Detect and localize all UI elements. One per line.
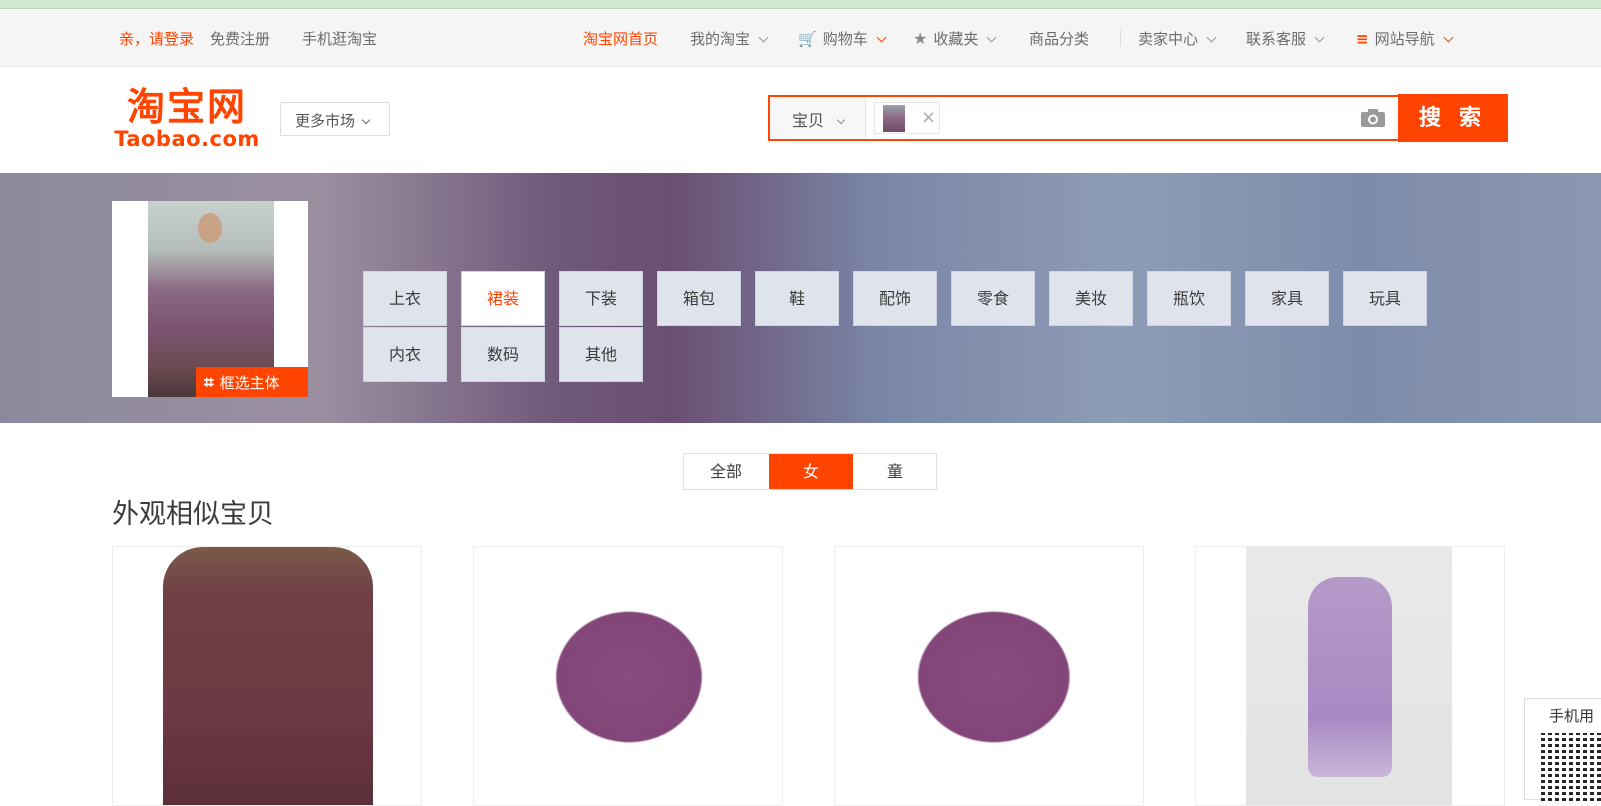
more-markets-button[interactable]: 更多市场: [280, 102, 390, 136]
product-card[interactable]: [1195, 546, 1505, 806]
category-underwear[interactable]: 内衣: [363, 327, 447, 382]
favorites-label: 收藏夹: [933, 30, 979, 48]
site-nav: 亲，请登录 免费注册 手机逛淘宝 淘宝网首页 我的淘宝 🛒 购物车 ★ 收藏夹 商品…: [0, 10, 1601, 67]
product-image: [843, 547, 1133, 805]
crop-icon: ⌗: [204, 373, 214, 393]
chevron-down-icon: [836, 115, 846, 125]
category-beverages[interactable]: 瓶饮: [1147, 271, 1231, 326]
category-dress[interactable]: 裙装: [461, 271, 545, 326]
site-nav-label: 网站导航: [1374, 30, 1435, 48]
nav-divider: [1120, 30, 1121, 46]
site-nav-menu[interactable]: ≡ 网站导航: [1356, 28, 1454, 49]
image-search-banner: ⌗ 框选主体 上衣 裙装 下装 箱包 鞋 配饰 零食 美妆 瓶饮 家具 玩具 内衣…: [0, 173, 1601, 423]
crop-subject-button[interactable]: ⌗ 框选主体: [196, 367, 308, 397]
menu-icon: ≡: [1356, 30, 1369, 48]
product-image: [484, 547, 774, 805]
categories-link[interactable]: 商品分类: [1029, 28, 1089, 49]
logo-en: Taobao.com: [114, 127, 260, 151]
search-button[interactable]: 搜 索: [1398, 94, 1508, 142]
category-accessories[interactable]: 配饰: [853, 271, 937, 326]
cart-icon: 🛒: [798, 30, 817, 48]
product-card[interactable]: [834, 546, 1144, 806]
product-card[interactable]: [473, 546, 783, 806]
mobile-widget-label: 手机用: [1549, 707, 1595, 725]
cart-label: 购物车: [822, 30, 868, 48]
chevron-down-icon: [758, 32, 769, 43]
category-top[interactable]: 上衣: [363, 271, 447, 326]
product-card[interactable]: [112, 546, 422, 806]
my-taobao-label: 我的淘宝: [690, 30, 751, 48]
cart-menu[interactable]: 🛒 购物车: [798, 28, 887, 49]
mobile-taobao-link[interactable]: 手机逛淘宝: [302, 28, 377, 49]
tab-all[interactable]: 全部: [684, 454, 768, 489]
query-image-preview: ⌗ 框选主体: [112, 201, 308, 397]
customer-service-label: 联系客服: [1246, 30, 1307, 48]
category-bags[interactable]: 箱包: [657, 271, 741, 326]
category-furniture[interactable]: 家具: [1245, 271, 1329, 326]
seller-center-menu[interactable]: 卖家中心: [1138, 28, 1217, 49]
results-title: 外观相似宝贝: [112, 499, 274, 530]
category-toys[interactable]: 玩具: [1343, 271, 1427, 326]
category-beauty[interactable]: 美妆: [1049, 271, 1133, 326]
mobile-qr-widget[interactable]: 手机用: [1524, 698, 1601, 801]
camera-icon[interactable]: [1360, 108, 1386, 128]
search-type-label: 宝贝: [792, 111, 825, 130]
logo-cn: 淘宝网: [126, 85, 247, 129]
tab-women[interactable]: 女: [769, 454, 853, 489]
taobao-logo[interactable]: 淘宝网 Taobao.com: [112, 87, 262, 153]
chevron-down-icon: [876, 32, 887, 43]
header: 淘宝网 Taobao.com 更多市场 宝贝 × 搜 索: [0, 67, 1601, 173]
search-type-select[interactable]: 宝贝: [770, 97, 866, 139]
seller-center-label: 卖家中心: [1138, 30, 1199, 48]
tab-kids[interactable]: 童: [853, 454, 937, 489]
search-input[interactable]: [946, 101, 1326, 135]
category-bottoms[interactable]: 下装: [559, 271, 643, 326]
chevron-down-icon: [361, 115, 371, 125]
chevron-down-icon: [1314, 32, 1325, 43]
browser-url-strip: [0, 0, 1601, 9]
category-other[interactable]: 其他: [559, 327, 643, 382]
chevron-down-icon: [1206, 32, 1217, 43]
category-snacks[interactable]: 零食: [951, 271, 1035, 326]
chevron-down-icon: [986, 32, 997, 43]
home-link[interactable]: 淘宝网首页: [583, 28, 658, 49]
image-query-chip: ×: [874, 102, 940, 134]
more-markets-label: 更多市场: [295, 112, 356, 130]
my-taobao-menu[interactable]: 我的淘宝: [690, 28, 769, 49]
favorites-menu[interactable]: ★ 收藏夹: [913, 28, 997, 49]
category-shoes[interactable]: 鞋: [755, 271, 839, 326]
customer-service-menu[interactable]: 联系客服: [1246, 28, 1325, 49]
category-digital[interactable]: 数码: [461, 327, 545, 382]
close-icon[interactable]: ×: [921, 107, 936, 128]
product-image: [1246, 547, 1452, 805]
qr-code-icon: [1541, 733, 1601, 801]
chevron-down-icon: [1443, 32, 1454, 43]
login-link[interactable]: 亲，请登录: [119, 28, 194, 49]
crop-subject-label: 框选主体: [219, 374, 280, 392]
star-icon: ★: [913, 29, 928, 48]
query-thumbnail: [883, 105, 905, 132]
register-link[interactable]: 免费注册: [210, 28, 270, 49]
product-image: [163, 547, 373, 805]
gender-filter-tabs: 全部 女 童: [683, 453, 937, 490]
search-box: 宝贝 ×: [768, 95, 1398, 141]
